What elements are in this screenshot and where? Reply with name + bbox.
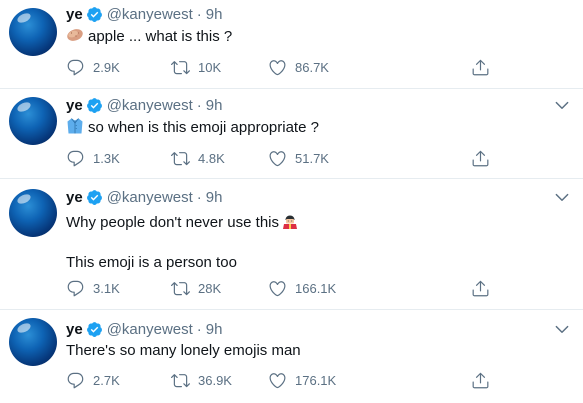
retweet-count: 4.8K	[198, 151, 225, 166]
timestamp[interactable]: 9h	[206, 189, 223, 206]
tweet[interactable]: ye @kanyewest · 9h apple ... what is thi…	[0, 0, 583, 89]
retweet-count: 10K	[198, 60, 222, 75]
reply-count: 2.9K	[93, 60, 120, 75]
separator-dot: ·	[196, 96, 202, 114]
handle[interactable]: @kanyewest	[107, 321, 193, 338]
timestamp[interactable]: 9h	[206, 321, 223, 338]
coat-emoji-icon	[67, 118, 83, 134]
retweet-count: 36.9K	[198, 373, 232, 388]
reply-button[interactable]: 3.1K	[66, 279, 120, 298]
verified-badge-icon	[86, 189, 102, 205]
like-count: 86.7K	[295, 60, 329, 75]
chevron-down-icon[interactable]	[553, 320, 571, 338]
share-button[interactable]	[471, 149, 498, 168]
tweet-text: apple ... what is this ?	[66, 26, 232, 47]
retweet-icon	[171, 61, 190, 75]
tweet[interactable]: ye @kanyewest · 9h Why people don't neve…	[0, 179, 583, 310]
handle[interactable]: @kanyewest	[107, 6, 193, 23]
tweet-text-line: apple ... what is this ?	[88, 28, 233, 45]
retweet-button[interactable]: 10K	[171, 58, 221, 77]
avatar[interactable]	[9, 318, 57, 366]
tweet-text: There's so many lonely emojis man	[66, 341, 301, 361]
retweet-count: 28K	[198, 281, 222, 296]
avatar[interactable]	[9, 97, 57, 145]
like-count: 176.1K	[295, 373, 337, 388]
retweet-icon	[171, 282, 190, 296]
tweet-header: ye @kanyewest · 9h	[66, 95, 222, 115]
reply-button[interactable]: 2.7K	[66, 371, 120, 390]
timestamp[interactable]: 9h	[206, 6, 223, 23]
reply-icon	[67, 280, 84, 297]
share-icon	[472, 59, 489, 76]
reply-icon	[67, 150, 84, 167]
reply-count: 1.3K	[93, 151, 120, 166]
separator-dot: ·	[196, 188, 202, 206]
tweet[interactable]: ye @kanyewest · 9h There's so many lonel…	[0, 310, 583, 403]
heart-icon	[269, 60, 286, 76]
like-button[interactable]: 86.7K	[268, 58, 329, 77]
reply-icon	[67, 59, 84, 76]
retweet-icon	[171, 374, 190, 388]
display-name[interactable]: ye	[66, 97, 83, 114]
avatar[interactable]	[9, 8, 57, 56]
handle[interactable]: @kanyewest	[107, 189, 193, 206]
like-button[interactable]: 51.7K	[268, 149, 329, 168]
tweet[interactable]: ye @kanyewest · 9h so when is this emoji…	[0, 89, 583, 179]
tweet-text: Why people don't never use this This emo…	[66, 212, 299, 273]
share-icon	[472, 280, 489, 297]
tweet-header: ye @kanyewest · 9h	[66, 4, 222, 24]
reply-count: 3.1K	[93, 281, 120, 296]
share-icon	[472, 372, 489, 389]
tweet-actions: 1.3K 4.8K 51.7K	[66, 149, 506, 169]
verified-badge-icon	[86, 6, 102, 22]
tweet-header: ye @kanyewest · 9h	[66, 187, 222, 207]
like-count: 166.1K	[295, 281, 337, 296]
tweet-text-line: Why people don't never use this	[66, 214, 279, 231]
heart-icon	[269, 373, 286, 389]
retweet-button[interactable]: 28K	[171, 279, 221, 298]
retweet-button[interactable]: 4.8K	[171, 149, 225, 168]
reply-button[interactable]: 1.3K	[66, 149, 120, 168]
verified-badge-icon	[86, 97, 102, 113]
separator-dot: ·	[196, 320, 202, 338]
reply-icon	[67, 372, 84, 389]
share-button[interactable]	[471, 58, 498, 77]
tweet-text-line: This emoji is a person too	[66, 254, 237, 271]
display-name[interactable]: ye	[66, 6, 83, 23]
tweet-text-line: There's so many lonely emojis man	[66, 342, 301, 359]
handle[interactable]: @kanyewest	[107, 97, 193, 114]
share-icon	[472, 150, 489, 167]
display-name[interactable]: ye	[66, 321, 83, 338]
verified-badge-icon	[86, 321, 102, 337]
like-button[interactable]: 176.1K	[268, 371, 336, 390]
chevron-down-icon[interactable]	[553, 96, 571, 114]
share-button[interactable]	[471, 371, 498, 390]
chevron-down-icon[interactable]	[553, 188, 571, 206]
tweet-actions: 3.1K 28K 166.1K	[66, 279, 506, 299]
guard-emoji-icon	[283, 215, 297, 229]
reply-button[interactable]: 2.9K	[66, 58, 120, 77]
heart-icon	[269, 151, 286, 167]
tweet-text-line: so when is this emoji appropriate ?	[88, 119, 319, 136]
avatar[interactable]	[9, 189, 57, 237]
share-button[interactable]	[471, 279, 498, 298]
tweet-actions: 2.9K 10K 86.7K	[66, 58, 506, 78]
tweet-text: so when is this emoji appropriate ?	[66, 117, 319, 138]
reply-count: 2.7K	[93, 373, 120, 388]
timestamp[interactable]: 9h	[206, 97, 223, 114]
tweet-actions: 2.7K 36.9K 176.1K	[66, 371, 506, 391]
like-button[interactable]: 166.1K	[268, 279, 336, 298]
retweet-button[interactable]: 36.9K	[171, 371, 232, 390]
tweet-header: ye @kanyewest · 9h	[66, 319, 222, 339]
retweet-icon	[171, 152, 190, 166]
heart-icon	[269, 281, 286, 297]
like-count: 51.7K	[295, 151, 329, 166]
separator-dot: ·	[196, 5, 202, 23]
potato-emoji-icon	[67, 29, 83, 41]
display-name[interactable]: ye	[66, 189, 83, 206]
